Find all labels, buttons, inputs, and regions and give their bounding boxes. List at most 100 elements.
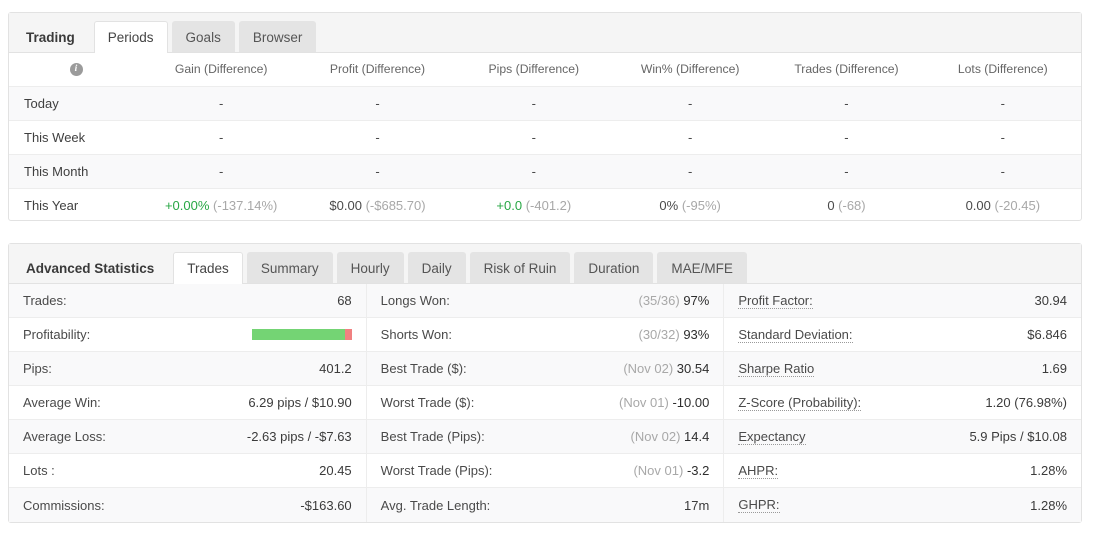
periods-cell-value: - (844, 129, 849, 145)
periods-cell-value: - (531, 129, 536, 145)
stat-label-z-score-probability[interactable]: Z-Score (Probability): (738, 395, 862, 411)
periods-cell-value: - (375, 163, 380, 179)
stat-label-best-trade-pips: Best Trade (Pips): (380, 429, 485, 444)
stat-row-worst-trade-pips: Worst Trade (Pips): (Nov 01) -3.2 (366, 454, 724, 488)
stat-value-standard-deviation: $6.846 (1027, 327, 1068, 342)
advanced-statistics-panel: Advanced Statistics Trades Summary Hourly Da… (8, 243, 1082, 523)
periods-cell: - (299, 120, 456, 155)
stat-row-ghpr: GHPR: 1.28% (724, 488, 1082, 522)
stat-label-worst-trade-pips: Worst Trade (Pips): (380, 463, 493, 478)
statistics-tab-trades[interactable]: Trades (173, 252, 243, 284)
stat-value-detail: (Nov 01) (618, 395, 669, 410)
periods-cell: - (143, 120, 300, 155)
stat-row-best-trade: Best Trade ($): (Nov 02) 30.54 (366, 352, 724, 386)
periods-row-this-year: This Year +0.00% (-137.14%) $0.00 (-$685.7… (9, 188, 1081, 222)
stat-row-expectancy: Expectancy 5.9 Pips / $10.08 (724, 420, 1082, 454)
periods-cell: - (924, 120, 1081, 155)
stat-label-standard-deviation[interactable]: Standard Deviation: (738, 327, 853, 343)
periods-cell-value: 0% (659, 197, 679, 213)
statistics-tab-risk-of-ruin[interactable]: Risk of Ruin (469, 252, 571, 283)
stat-row-average-loss: Average Loss: -2.63 pips / -$7.63 (9, 420, 366, 454)
periods-cell: - (299, 86, 456, 121)
periods-cell: - (143, 86, 300, 121)
periods-cell-value: - (218, 129, 224, 145)
periods-cell: 0.00 (-20.45) (925, 188, 1081, 222)
stat-row-standard-deviation: Standard Deviation: $6.846 (724, 318, 1082, 352)
statistics-body: Trades: 68 Profitability: Pips: 401.2 Average… (9, 284, 1082, 522)
periods-cell-difference: (-$685.70) (365, 197, 426, 213)
periods-cell-value: +0.0 (496, 197, 523, 213)
stat-label-sharpe-ratio[interactable]: Sharpe Ratio (738, 361, 815, 377)
stat-value-trades: 68 (337, 293, 352, 308)
stat-row-shorts-won: Shorts Won: (30/32) 93% (366, 318, 724, 352)
stat-value-ghpr: 1.28% (1030, 497, 1068, 513)
stat-label-lots: Lots : (23, 463, 55, 478)
stat-value-main: 14.4 (684, 429, 710, 444)
periods-cell-value: - (687, 163, 693, 179)
periods-cell-value: +0.00% (164, 197, 210, 213)
stat-value-detail: (Nov 02) (623, 361, 674, 376)
stat-value-pips: 401.2 (319, 361, 352, 376)
stat-row-average-win: Average Win: 6.29 pips / $10.90 (9, 386, 366, 420)
profitability-bar-loss-segment (344, 329, 352, 340)
periods-row-label: This Year (24, 197, 79, 213)
periods-column-header-trades-difference: Trades (Difference) (768, 53, 925, 87)
stat-value-best-trade: (Nov 02) 30.54 (623, 361, 709, 376)
periods-cell-value: - (1000, 129, 1005, 145)
periods-cell-value: - (531, 163, 536, 179)
statistics-tab-daily[interactable]: Daily (407, 252, 466, 283)
periods-tab-periods[interactable]: Periods (93, 21, 168, 53)
stat-row-worst-trade: Worst Trade ($): (Nov 01) -10.00 (366, 386, 724, 420)
stat-value-detail: (30/32) (638, 327, 680, 342)
stat-label-worst-trade: Worst Trade ($): (380, 395, 475, 410)
periods-cell-difference: (-95%) (681, 197, 721, 213)
periods-cell-value: 0.00 (965, 197, 991, 213)
periods-info-header: i (9, 53, 143, 87)
periods-cell: +0.00% (-137.14%) (143, 188, 299, 222)
periods-cell: - (611, 86, 769, 121)
periods-row-label: This Week (9, 120, 143, 155)
periods-header-row: i Gain (Difference) Profit (Difference) Pip… (9, 53, 1081, 87)
periods-cell-value: $0.00 (329, 197, 362, 213)
periods-table-body: Today - - - - - - This Week - - - - - - This Month - - - -… (9, 86, 1081, 222)
stat-row-pips: Pips: 401.2 (9, 352, 366, 386)
stat-label-shorts-won: Shorts Won: (380, 327, 452, 342)
stat-row-sharpe-ratio: Sharpe Ratio 1.69 (724, 352, 1082, 386)
stat-label-expectancy[interactable]: Expectancy (738, 429, 806, 445)
periods-cell: - (455, 154, 612, 189)
stat-row-best-trade-pips: Best Trade (Pips): (Nov 02) 14.4 (366, 420, 724, 454)
periods-cell: - (455, 86, 612, 121)
stat-row-ahpr: AHPR: 1.28% (724, 454, 1082, 488)
periods-cell-value: - (375, 95, 380, 111)
statistics-tab-duration[interactable]: Duration (574, 252, 654, 283)
statistics-tab-summary[interactable]: Summary (246, 252, 333, 283)
statistics-tab-mae-mfe[interactable]: MAE/MFE (657, 252, 747, 283)
stat-label-ahpr[interactable]: AHPR: (738, 463, 779, 479)
stat-value-z-score-probability: 1.20 (76.98%) (985, 395, 1068, 410)
periods-cell: - (768, 86, 925, 121)
stat-value-ahpr: 1.28% (1030, 463, 1068, 478)
statistics-tab-hourly[interactable]: Hourly (336, 252, 404, 283)
stat-row-profit-factor: Profit Factor: 30.94 (724, 284, 1082, 318)
periods-column-header-lots-difference: Lots (Difference) (924, 53, 1081, 87)
stat-row-trades: Trades: 68 (9, 284, 366, 318)
stat-label-ghpr[interactable]: GHPR: (738, 497, 780, 513)
stat-value-profit-factor: 30.94 (1034, 293, 1068, 308)
stat-value-main: 97% (683, 293, 710, 308)
periods-cell: - (924, 86, 1081, 121)
periods-cell: - (299, 154, 456, 189)
stat-label-profit-factor[interactable]: Profit Factor: (738, 293, 813, 309)
stat-value-best-trade-pips: (Nov 02) 14.4 (631, 429, 710, 444)
periods-cell-difference: (-68) (838, 197, 866, 213)
periods-cell-value: - (218, 163, 224, 179)
statistics-column-2: Longs Won: (35/36) 97% Shorts Won: (30/32) … (365, 284, 724, 522)
periods-panel: Trading Periods Goals Browser i Gain (Differ… (8, 12, 1082, 221)
stat-label-average-loss: Average Loss: (23, 429, 106, 444)
periods-cell-value: - (218, 95, 224, 111)
info-icon[interactable]: i (69, 63, 83, 77)
periods-tab-browser[interactable]: Browser (238, 21, 317, 52)
periods-tab-goals[interactable]: Goals (171, 21, 235, 52)
stat-value-worst-trade-pips: (Nov 01) -3.2 (633, 463, 709, 478)
stat-row-longs-won: Longs Won: (35/36) 97% (366, 284, 724, 318)
periods-cell-value: - (1000, 95, 1005, 111)
